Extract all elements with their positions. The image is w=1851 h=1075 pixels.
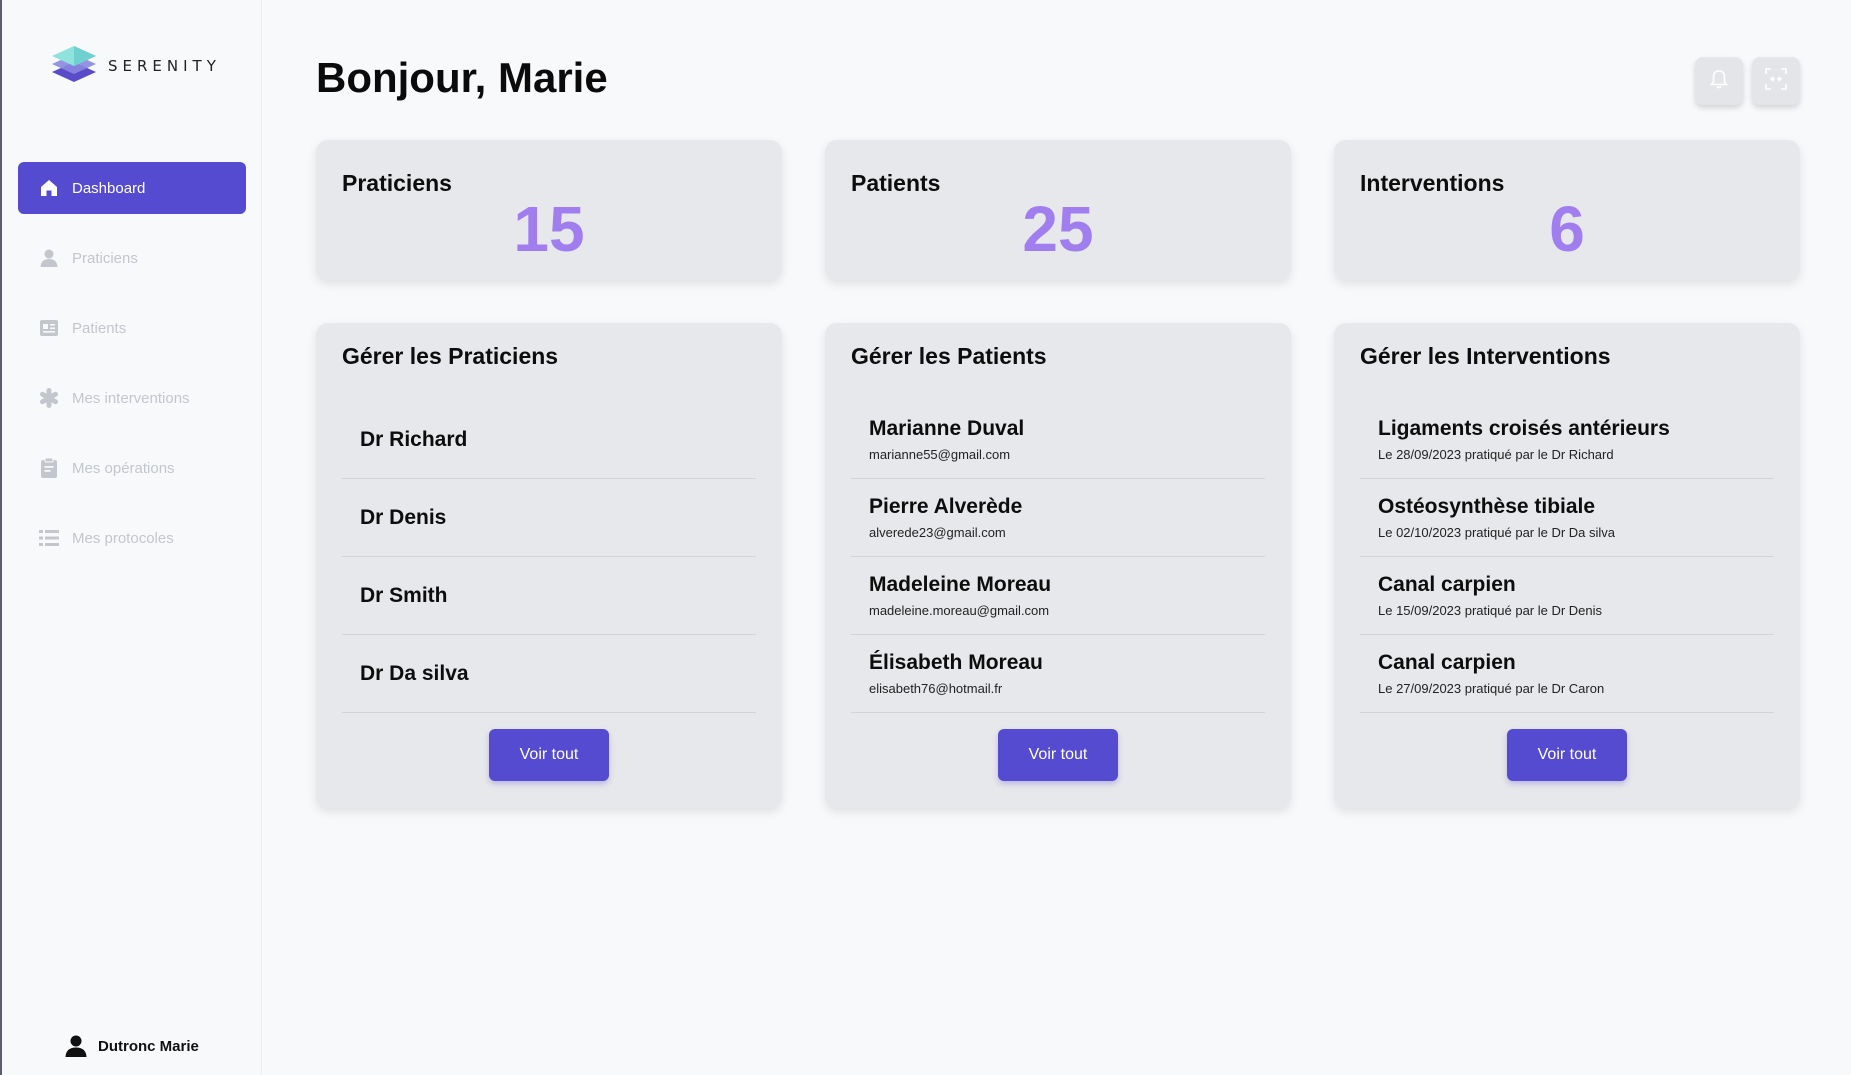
id-card-icon: [38, 317, 60, 339]
list-item[interactable]: Dr Da silva: [342, 635, 756, 713]
home-icon: [38, 177, 60, 199]
list-item[interactable]: Dr Denis: [342, 479, 756, 557]
intervention-name: Ostéosynthèse tibiale: [1378, 495, 1596, 518]
stat-card-interventions: Interventions 6: [1334, 140, 1800, 280]
page-title: Bonjour, Marie: [316, 54, 608, 101]
list-item[interactable]: Dr Smith: [342, 557, 756, 635]
notifications-button[interactable]: [1695, 57, 1743, 105]
praticien-name: Dr Smith: [360, 583, 448, 607]
intervention-details: Le 27/09/2023 pratiqué par le Dr Caron: [1378, 681, 1605, 696]
sidebar-item-label: Patients: [72, 319, 127, 337]
stat-value: 6: [1549, 193, 1585, 265]
sidebar-item-praticiens[interactable]: Praticiens: [18, 232, 246, 284]
intervention-details: Le 15/09/2023 pratiqué par le Dr Denis: [1378, 603, 1603, 618]
sidebar-item-patients[interactable]: Patients: [18, 302, 246, 354]
praticien-name: Dr Denis: [360, 505, 447, 529]
user-icon: [64, 1034, 88, 1058]
sidebar-item-label: Mes interventions: [72, 389, 190, 407]
list-item[interactable]: Ligaments croisés antérieurs Le 28/09/20…: [1360, 401, 1774, 479]
sidebar: SERENITY Dashboard Praticiens Patients M…: [0, 0, 262, 1075]
panel-title: Gérer les Interventions: [1360, 343, 1611, 369]
list-item[interactable]: Ostéosynthèse tibiale Le 02/10/2023 prat…: [1360, 479, 1774, 557]
intervention-details: Le 02/10/2023 pratiqué par le Dr Da silv…: [1378, 525, 1616, 540]
voir-tout-patients-button[interactable]: Voir tout: [998, 729, 1118, 781]
panel-title: Gérer les Patients: [851, 343, 1047, 369]
patient-email: alverede23@gmail.com: [869, 525, 1006, 540]
patient-name: Élisabeth Moreau: [869, 651, 1043, 674]
stat-value: 25: [1022, 193, 1094, 265]
interventions-list: Ligaments croisés antérieurs Le 28/09/20…: [1360, 401, 1774, 713]
panel-title: Gérer les Praticiens: [342, 343, 559, 369]
list-item[interactable]: Pierre Alverède alverede23@gmail.com: [851, 479, 1265, 557]
voir-tout-interventions-button[interactable]: Voir tout: [1507, 729, 1627, 781]
list-item[interactable]: Élisabeth Moreau elisabeth76@hotmail.fr: [851, 635, 1265, 713]
praticiens-list: Dr Richard Dr Denis Dr Smith Dr Da silva: [342, 401, 756, 713]
list-icon: [38, 527, 60, 549]
brand-name: SERENITY: [108, 57, 221, 75]
sidebar-item-mes-protocoles[interactable]: Mes protocoles: [18, 512, 246, 564]
user-profile[interactable]: Dutronc Marie: [64, 1034, 199, 1058]
patient-name: Pierre Alverède: [869, 495, 1023, 518]
asterisk-icon: [38, 387, 60, 409]
intervention-name: Canal carpien: [1378, 573, 1516, 596]
sidebar-item-label: Praticiens: [72, 249, 138, 267]
brand-logo[interactable]: SERENITY: [48, 42, 221, 90]
sidebar-item-label: Mes protocoles: [72, 529, 174, 547]
praticien-name: Dr Da silva: [360, 661, 469, 685]
patient-email: madeleine.moreau@gmail.com: [869, 603, 1050, 618]
intervention-name: Canal carpien: [1378, 651, 1516, 674]
list-item[interactable]: Dr Richard: [342, 401, 756, 479]
patient-email: marianne55@gmail.com: [869, 447, 1011, 462]
sidebar-item-label: Dashboard: [72, 179, 146, 197]
intervention-details: Le 28/09/2023 pratiqué par le Dr Richard: [1378, 447, 1614, 462]
sidebar-item-mes-interventions[interactable]: Mes interventions: [18, 372, 246, 424]
sidebar-item-mes-operations[interactable]: Mes opérations: [18, 442, 246, 494]
fullscreen-button[interactable]: [1752, 57, 1800, 105]
praticien-name: Dr Richard: [360, 427, 468, 451]
stat-card-patients: Patients 25: [825, 140, 1291, 280]
intervention-name: Ligaments croisés antérieurs: [1378, 417, 1670, 440]
user-name: Dutronc Marie: [98, 1037, 199, 1055]
patient-name: Madeleine Moreau: [869, 573, 1052, 596]
fullscreen-icon: [1764, 67, 1788, 96]
manage-interventions-panel: Gérer les Interventions Ligaments croisé…: [1334, 323, 1800, 808]
list-item[interactable]: Canal carpien Le 27/09/2023 pratiqué par…: [1360, 635, 1774, 713]
clipboard-icon: [38, 457, 60, 479]
manage-praticiens-panel: Gérer les Praticiens Dr Richard Dr Denis…: [316, 323, 782, 808]
sidebar-item-label: Mes opérations: [72, 459, 175, 477]
person-icon: [38, 247, 60, 269]
list-item[interactable]: Marianne Duval marianne55@gmail.com: [851, 401, 1265, 479]
main-content: Bonjour, Marie Praticiens 15 Patients 25…: [262, 0, 1851, 1075]
list-item[interactable]: Canal carpien Le 15/09/2023 pratiqué par…: [1360, 557, 1774, 635]
logo-icon: [48, 42, 100, 90]
voir-tout-praticiens-button[interactable]: Voir tout: [489, 729, 609, 781]
bell-icon: [1708, 68, 1730, 95]
manage-patients-panel: Gérer les Patients Marianne Duval marian…: [825, 323, 1291, 808]
patients-list: Marianne Duval marianne55@gmail.com Pier…: [851, 401, 1265, 713]
stat-card-praticiens: Praticiens 15: [316, 140, 782, 280]
patient-name: Marianne Duval: [869, 417, 1025, 440]
sidebar-nav: Dashboard Praticiens Patients Mes interv…: [18, 162, 246, 582]
patient-email: elisabeth76@hotmail.fr: [869, 681, 1003, 696]
list-item[interactable]: Madeleine Moreau madeleine.moreau@gmail.…: [851, 557, 1265, 635]
stat-value: 15: [513, 193, 585, 265]
sidebar-item-dashboard[interactable]: Dashboard: [18, 162, 246, 214]
